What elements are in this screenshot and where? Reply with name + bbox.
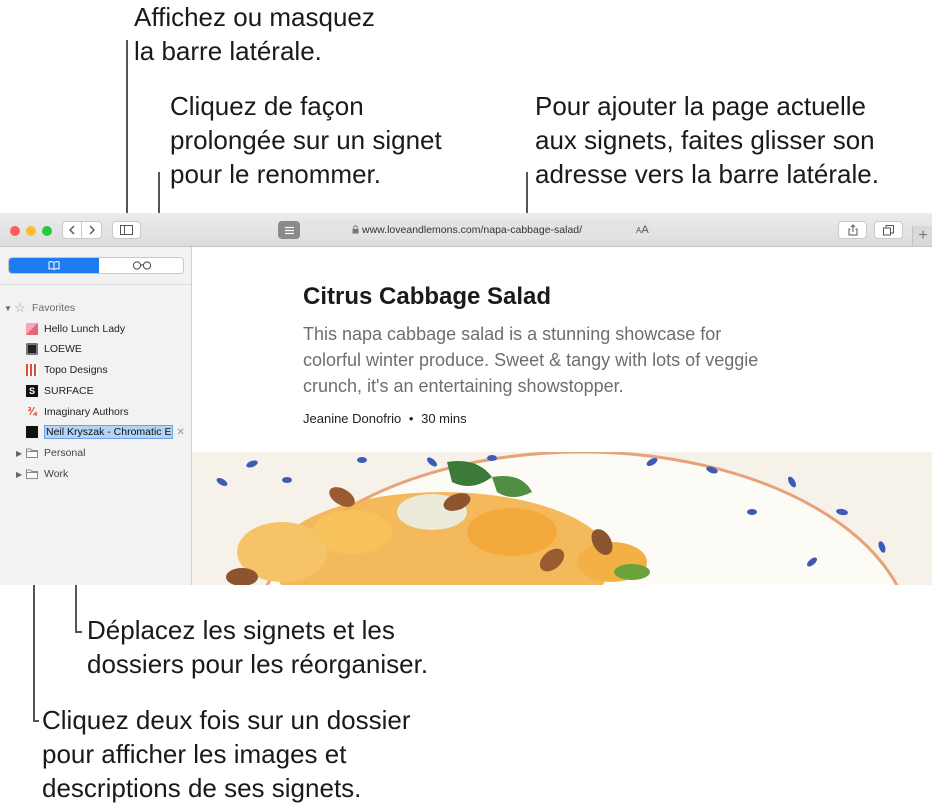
callout-add-page: Pour ajouter la page actuelle aux signet…	[535, 91, 879, 189]
folder-label: Work	[44, 468, 69, 480]
reader-button[interactable]	[278, 221, 300, 239]
back-icon	[69, 225, 75, 235]
sidebar-segmented-control	[8, 257, 184, 274]
article-meta: Jeanine Donofrio • 30 mins	[303, 411, 467, 426]
forward-button[interactable]	[81, 221, 102, 239]
sidebar-separator	[0, 284, 191, 285]
back-button[interactable]	[62, 221, 82, 239]
bookmark-item[interactable]: ¾ Imaginary Authors	[0, 402, 217, 422]
hello-lunch-lady-favicon	[26, 323, 38, 335]
salad-photo	[192, 452, 932, 585]
forward-icon	[89, 225, 95, 235]
folder-icon	[26, 448, 38, 458]
tabs-icon	[883, 224, 894, 235]
meta-separator: •	[408, 411, 414, 426]
callout-double-click: Cliquez deux fois sur un dossier pour af…	[42, 705, 411, 803]
url-text[interactable]: www.loveandlemons.com/napa-cabbage-salad…	[362, 224, 582, 236]
folder-icon	[26, 469, 38, 479]
bookmarks-tab[interactable]	[9, 258, 99, 273]
minimize-window-button[interactable]	[26, 226, 36, 236]
favorites-label: Favorites	[32, 302, 76, 314]
lock-icon	[352, 225, 359, 234]
new-tab-button[interactable]: +	[912, 226, 932, 246]
article-description: This napa cabbage salad is a stunning sh…	[303, 324, 759, 396]
disclosure-collapsed-icon[interactable]: ▶	[16, 470, 26, 479]
folder-item-work[interactable]: ▶ Work	[0, 464, 207, 484]
close-window-button[interactable]	[10, 226, 20, 236]
bookmark-item[interactable]: Hello Lunch Lady	[0, 319, 217, 339]
star-icon: ☆	[14, 300, 26, 315]
sidebar: ▼ ☆ Favorites Hello Lunch Lady LOEWE Top…	[0, 247, 192, 585]
folder-label: Personal	[44, 447, 86, 459]
share-button[interactable]	[838, 221, 867, 239]
callout-sidebar-toggle: Affichez ou masquez la barre latérale.	[134, 2, 375, 66]
article-author[interactable]: Jeanine Donofrio	[303, 411, 401, 426]
bookmarks-icon	[48, 261, 60, 270]
surface-favicon: S	[26, 385, 38, 397]
bookmark-rename-field[interactable]: Neil Kryszak - Chromatic E	[44, 425, 174, 439]
bookmark-label: Topo Designs	[44, 364, 108, 376]
article-title: Citrus Cabbage Salad	[303, 283, 552, 310]
reader-icon	[284, 226, 294, 234]
favorites-folder[interactable]: ▼ ☆ Favorites	[0, 298, 195, 318]
reading-list-icon	[132, 261, 152, 270]
bookmark-label: SURFACE	[44, 385, 94, 397]
bookmark-item[interactable]: LOEWE	[0, 339, 217, 359]
bookmark-label: Imaginary Authors	[44, 406, 129, 418]
topo-designs-favicon	[26, 364, 38, 376]
bookmark-item-editing[interactable]: Neil Kryszak - Chromatic E ✕	[0, 422, 217, 442]
bookmark-item[interactable]: S SURFACE	[0, 381, 217, 401]
safari-window: www.loveandlemons.com/napa-cabbage-salad…	[0, 213, 932, 585]
zoom-window-button[interactable]	[42, 226, 52, 236]
callout-move: Déplacez les signets et les dossiers pou…	[87, 615, 429, 679]
imaginary-authors-favicon: ¾	[27, 406, 37, 418]
show-all-tabs-button[interactable]	[874, 221, 903, 239]
clear-rename-icon[interactable]: ✕	[176, 427, 184, 438]
reading-list-tab[interactable]	[99, 258, 183, 273]
web-content: Citrus Cabbage Salad This napa cabbage s…	[192, 247, 932, 585]
toolbar: www.loveandlemons.com/napa-cabbage-salad…	[0, 213, 932, 247]
disclosure-expanded-icon[interactable]: ▼	[4, 304, 14, 313]
folder-item-personal[interactable]: ▶ Personal	[0, 443, 207, 463]
sidebar-toggle-button[interactable]	[112, 221, 141, 239]
text-size-icon-large: A	[641, 224, 649, 236]
share-icon	[848, 224, 857, 236]
neil-kryszak-favicon	[26, 426, 38, 438]
article-time: 30 mins	[421, 411, 467, 426]
bookmark-label: Hello Lunch Lady	[44, 323, 126, 335]
salad-plate-image	[192, 452, 932, 585]
leader-line-double-click-tick	[33, 720, 39, 722]
bookmark-item[interactable]: Topo Designs	[0, 360, 217, 380]
text-size-button[interactable]: AA	[636, 224, 649, 236]
callout-rename-bookmark: Cliquez de façon prolongée sur un signet…	[170, 91, 442, 189]
sidebar-icon	[120, 225, 133, 235]
bookmark-label: LOEWE	[44, 343, 82, 355]
leader-line-move-tick	[75, 631, 82, 633]
disclosure-collapsed-icon[interactable]: ▶	[16, 449, 26, 458]
leader-line-sidebar-toggle	[126, 40, 128, 226]
loewe-favicon	[26, 343, 38, 355]
